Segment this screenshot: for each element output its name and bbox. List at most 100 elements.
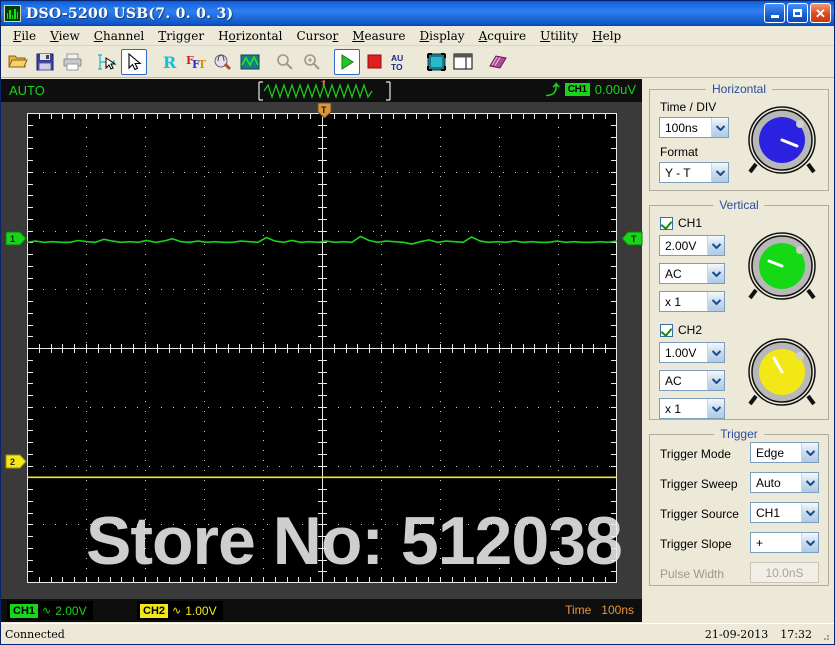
- select-pointer-icon[interactable]: [121, 48, 147, 75]
- filter-icon[interactable]: [210, 49, 236, 75]
- chevron-down-icon[interactable]: [707, 292, 724, 311]
- menu-item-cursor[interactable]: Cursor: [289, 28, 345, 44]
- waveform-grid[interactable]: [27, 113, 617, 583]
- ch1-probe-value: x 1: [665, 294, 682, 309]
- status-date: 21-09-2013: [704, 627, 769, 641]
- ch2-position-knob[interactable]: [742, 334, 822, 414]
- trigger-group: Trigger Trigger Mode Edge Trigger Sweep …: [649, 427, 829, 586]
- resize-grip-icon[interactable]: [819, 630, 831, 642]
- ch2-position-marker[interactable]: 2: [5, 454, 27, 469]
- format-select[interactable]: Y - T: [659, 162, 729, 183]
- main-area: AUTO T ⤴ CH1 0.00uV T 1 2 T CH1 ∿ 2.00V …: [1, 79, 834, 622]
- menu-item-file[interactable]: File: [6, 28, 43, 44]
- ch1-volts-div-value: 2.00V: [665, 238, 697, 253]
- menu-item-view[interactable]: View: [43, 28, 87, 44]
- ch1-position-marker[interactable]: 1: [5, 231, 27, 246]
- trigger-level-marker[interactable]: T: [621, 231, 643, 246]
- waveform-math-icon[interactable]: [237, 49, 263, 75]
- zoom-in-icon[interactable]: [299, 49, 325, 75]
- ch2-volts-div: 1.00V: [185, 603, 217, 618]
- ch2-volts-div-select[interactable]: 1.00V: [659, 342, 725, 363]
- autoset-icon[interactable]: AU TO: [388, 49, 414, 75]
- chevron-down-icon[interactable]: [801, 443, 818, 462]
- trigger-level-value: 0.00uV: [594, 82, 636, 97]
- format-label: Format: [660, 145, 699, 159]
- chevron-down-icon[interactable]: [707, 343, 724, 362]
- menu-item-acquire[interactable]: Acquire: [472, 28, 533, 44]
- ch1-probe-select[interactable]: x 1: [659, 291, 725, 312]
- ch1-position-knob[interactable]: [742, 228, 822, 308]
- horizontal-group: Horizontal Time / DIV 100ns Format Y - T: [649, 82, 829, 191]
- trigger-mode-label: Trigger Mode: [660, 447, 731, 461]
- menu-item-display[interactable]: Display: [413, 28, 472, 44]
- trigger-mode-value: Edge: [756, 445, 785, 460]
- chevron-down-icon[interactable]: [707, 371, 724, 390]
- chevron-down-icon[interactable]: [801, 533, 818, 552]
- ch2-volts-div-value: 1.00V: [665, 345, 697, 360]
- trigger-preview-waveform: T: [256, 80, 393, 102]
- trigger-source-value: CH1: [756, 505, 781, 520]
- trigger-status-group: ⤴ CH1 0.00uV: [546, 82, 636, 97]
- menu-item-measure[interactable]: Measure: [345, 28, 412, 44]
- svg-text:T: T: [321, 81, 326, 88]
- time-div-select[interactable]: 100ns: [659, 117, 729, 138]
- chevron-down-icon[interactable]: [711, 163, 728, 182]
- status-bar: Connected 21-09-2013 17:32: [1, 623, 834, 644]
- record-icon[interactable]: R: [156, 49, 182, 75]
- help-book-icon[interactable]: [485, 49, 511, 75]
- toolbar-separator: [264, 49, 271, 75]
- chevron-down-icon[interactable]: [707, 236, 724, 255]
- timebase-status: Time 100ns: [565, 603, 634, 617]
- zoom-out-icon[interactable]: [272, 49, 298, 75]
- trigger-sweep-select[interactable]: Auto: [750, 472, 819, 493]
- cursor-measure-icon[interactable]: [94, 49, 120, 75]
- run-icon[interactable]: [334, 48, 360, 75]
- ch1-status-box: CH1 ∿ 2.00V: [7, 601, 93, 620]
- trigger-slope-select[interactable]: +: [750, 532, 819, 553]
- menu-item-utility[interactable]: Utility: [533, 28, 585, 44]
- chevron-down-icon[interactable]: [801, 473, 818, 492]
- trigger-source-select[interactable]: CH1: [750, 502, 819, 523]
- ch1-tag: CH1: [10, 603, 39, 618]
- print-icon[interactable]: [59, 49, 85, 75]
- timebase-value: 100ns: [601, 603, 634, 617]
- maximize-button[interactable]: [787, 3, 808, 23]
- svg-text:T: T: [631, 234, 637, 244]
- trigger-position-marker[interactable]: T: [317, 103, 332, 119]
- open-icon[interactable]: [5, 49, 31, 75]
- chevron-down-icon[interactable]: [707, 264, 724, 283]
- split-view-icon[interactable]: [450, 49, 476, 75]
- svg-text:R: R: [163, 53, 177, 71]
- svg-text:2: 2: [10, 457, 15, 467]
- stop-icon[interactable]: [361, 49, 387, 75]
- trigger-mode-select[interactable]: Edge: [750, 442, 819, 463]
- close-button[interactable]: ✕: [810, 3, 831, 23]
- ch1-coupling-value: AC: [665, 266, 682, 281]
- chevron-down-icon[interactable]: [707, 399, 724, 418]
- menu-item-horizontal[interactable]: Horizontal: [211, 28, 289, 44]
- pulse-width-field: 10.0nS: [750, 562, 819, 583]
- fit-screen-icon[interactable]: [423, 49, 449, 75]
- ch2-enable-checkbox[interactable]: CH2: [660, 323, 702, 337]
- menu-item-channel[interactable]: Channel: [87, 28, 151, 44]
- fft-icon[interactable]: F F T: [183, 49, 209, 75]
- checkbox-icon: [660, 216, 673, 230]
- save-icon[interactable]: [32, 49, 58, 75]
- ch2-coupling-select[interactable]: AC: [659, 370, 725, 391]
- toolbar-separator: [86, 49, 93, 75]
- chevron-down-icon[interactable]: [711, 118, 728, 137]
- menu-item-help[interactable]: Help: [585, 28, 628, 44]
- horizontal-position-knob[interactable]: [742, 102, 822, 182]
- ch1-coupling-select[interactable]: AC: [659, 263, 725, 284]
- ch1-enable-checkbox[interactable]: CH1: [660, 216, 702, 230]
- ch1-volts-div-select[interactable]: 2.00V: [659, 235, 725, 256]
- app-icon: [4, 5, 21, 22]
- horizontal-legend: Horizontal: [705, 82, 773, 96]
- application-window: DSO-5200 USB(7. 0. 0. 3) ✕ File View Cha…: [0, 0, 835, 645]
- ch2-probe-select[interactable]: x 1: [659, 398, 725, 419]
- menu-item-trigger[interactable]: Trigger: [151, 28, 211, 44]
- chevron-down-icon[interactable]: [801, 503, 818, 522]
- minimize-button[interactable]: [764, 3, 785, 23]
- pulse-width-label: Pulse Width: [660, 567, 725, 581]
- timebase-label: Time: [565, 603, 592, 617]
